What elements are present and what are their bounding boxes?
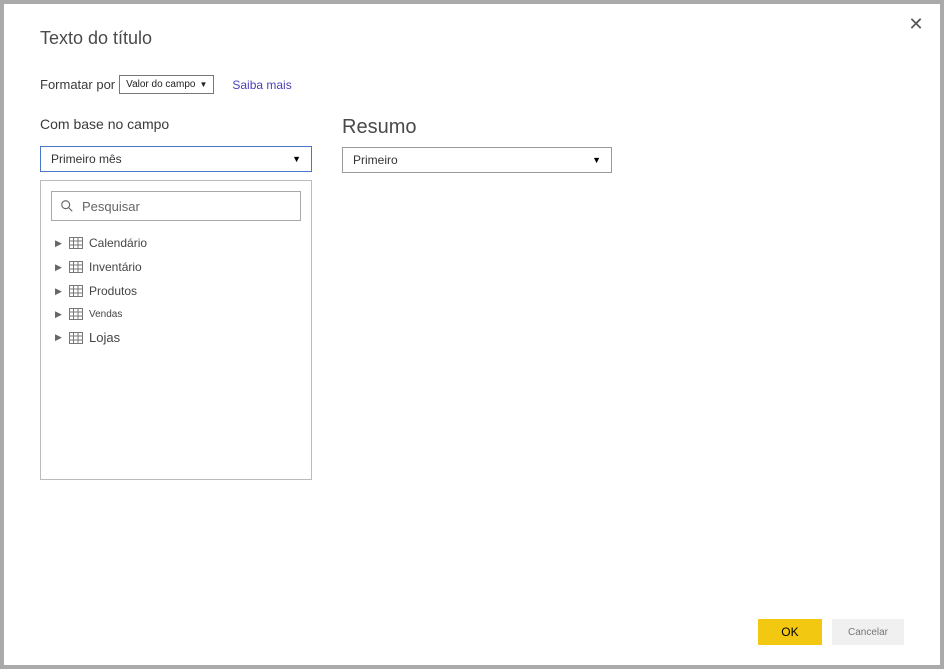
- chevron-right-icon: ▶: [55, 286, 63, 297]
- column-right: Resumo Primeiro ▼: [342, 116, 904, 480]
- tree-item-calendario[interactable]: ▶ Calendário: [51, 231, 301, 255]
- table-icon: [69, 261, 83, 273]
- close-icon: ✕: [908, 14, 923, 34]
- tree-item-label: Vendas: [89, 309, 122, 320]
- format-by-value: Valor do campo: [126, 79, 195, 90]
- search-input[interactable]: [82, 199, 292, 214]
- dialog-title: Texto do título: [40, 28, 904, 49]
- tree-item-inventario[interactable]: ▶ Inventário: [51, 255, 301, 279]
- column-left: Com base no campo Primeiro mês ▼ ▶: [40, 116, 312, 480]
- table-icon: [69, 332, 83, 344]
- table-icon: [69, 285, 83, 297]
- tree-item-label: Calendário: [89, 236, 147, 250]
- chevron-right-icon: ▶: [55, 262, 63, 273]
- search-icon: [60, 199, 74, 213]
- cancel-button[interactable]: Cancelar: [832, 619, 904, 645]
- tree-item-label: Inventário: [89, 260, 142, 274]
- tree-item-label: Lojas: [89, 330, 120, 345]
- ok-button[interactable]: OK: [758, 619, 822, 645]
- summary-dropdown-value: Primeiro: [353, 153, 398, 167]
- tree-item-label: Produtos: [89, 284, 137, 298]
- chevron-right-icon: ▶: [55, 309, 63, 320]
- chevron-down-icon: ▼: [199, 80, 207, 89]
- chevron-right-icon: ▶: [55, 238, 63, 249]
- learn-more-link[interactable]: Saiba mais: [232, 78, 291, 92]
- based-on-field-label: Com base no campo: [40, 116, 312, 132]
- field-dropdown-popup: ▶ Calendário ▶: [40, 180, 312, 480]
- format-by-select[interactable]: Valor do campo ▼: [119, 75, 214, 94]
- tree-item-vendas[interactable]: ▶ Vendas: [51, 303, 301, 325]
- title-text-dialog: ✕ Texto do título Formatar por Valor do …: [4, 4, 940, 665]
- field-dropdown-value: Primeiro mês: [51, 152, 122, 166]
- summary-title: Resumo: [342, 116, 904, 139]
- columns-container: Com base no campo Primeiro mês ▼ ▶: [40, 116, 904, 480]
- tree-item-lojas[interactable]: ▶ Lojas: [51, 325, 301, 350]
- dialog-footer: OK Cancelar: [758, 619, 904, 645]
- summary-dropdown[interactable]: Primeiro ▼: [342, 147, 612, 173]
- table-icon: [69, 308, 83, 320]
- chevron-down-icon: ▼: [292, 154, 301, 164]
- search-box[interactable]: [51, 191, 301, 221]
- format-by-label: Formatar por: [40, 77, 115, 92]
- tree-item-produtos[interactable]: ▶ Produtos: [51, 279, 301, 303]
- format-by-row: Formatar por Valor do campo ▼ Saiba mais: [40, 75, 904, 94]
- close-button[interactable]: ✕: [906, 14, 926, 34]
- table-icon: [69, 237, 83, 249]
- field-dropdown[interactable]: Primeiro mês ▼: [40, 146, 312, 172]
- chevron-down-icon: ▼: [592, 155, 601, 165]
- chevron-right-icon: ▶: [55, 332, 63, 343]
